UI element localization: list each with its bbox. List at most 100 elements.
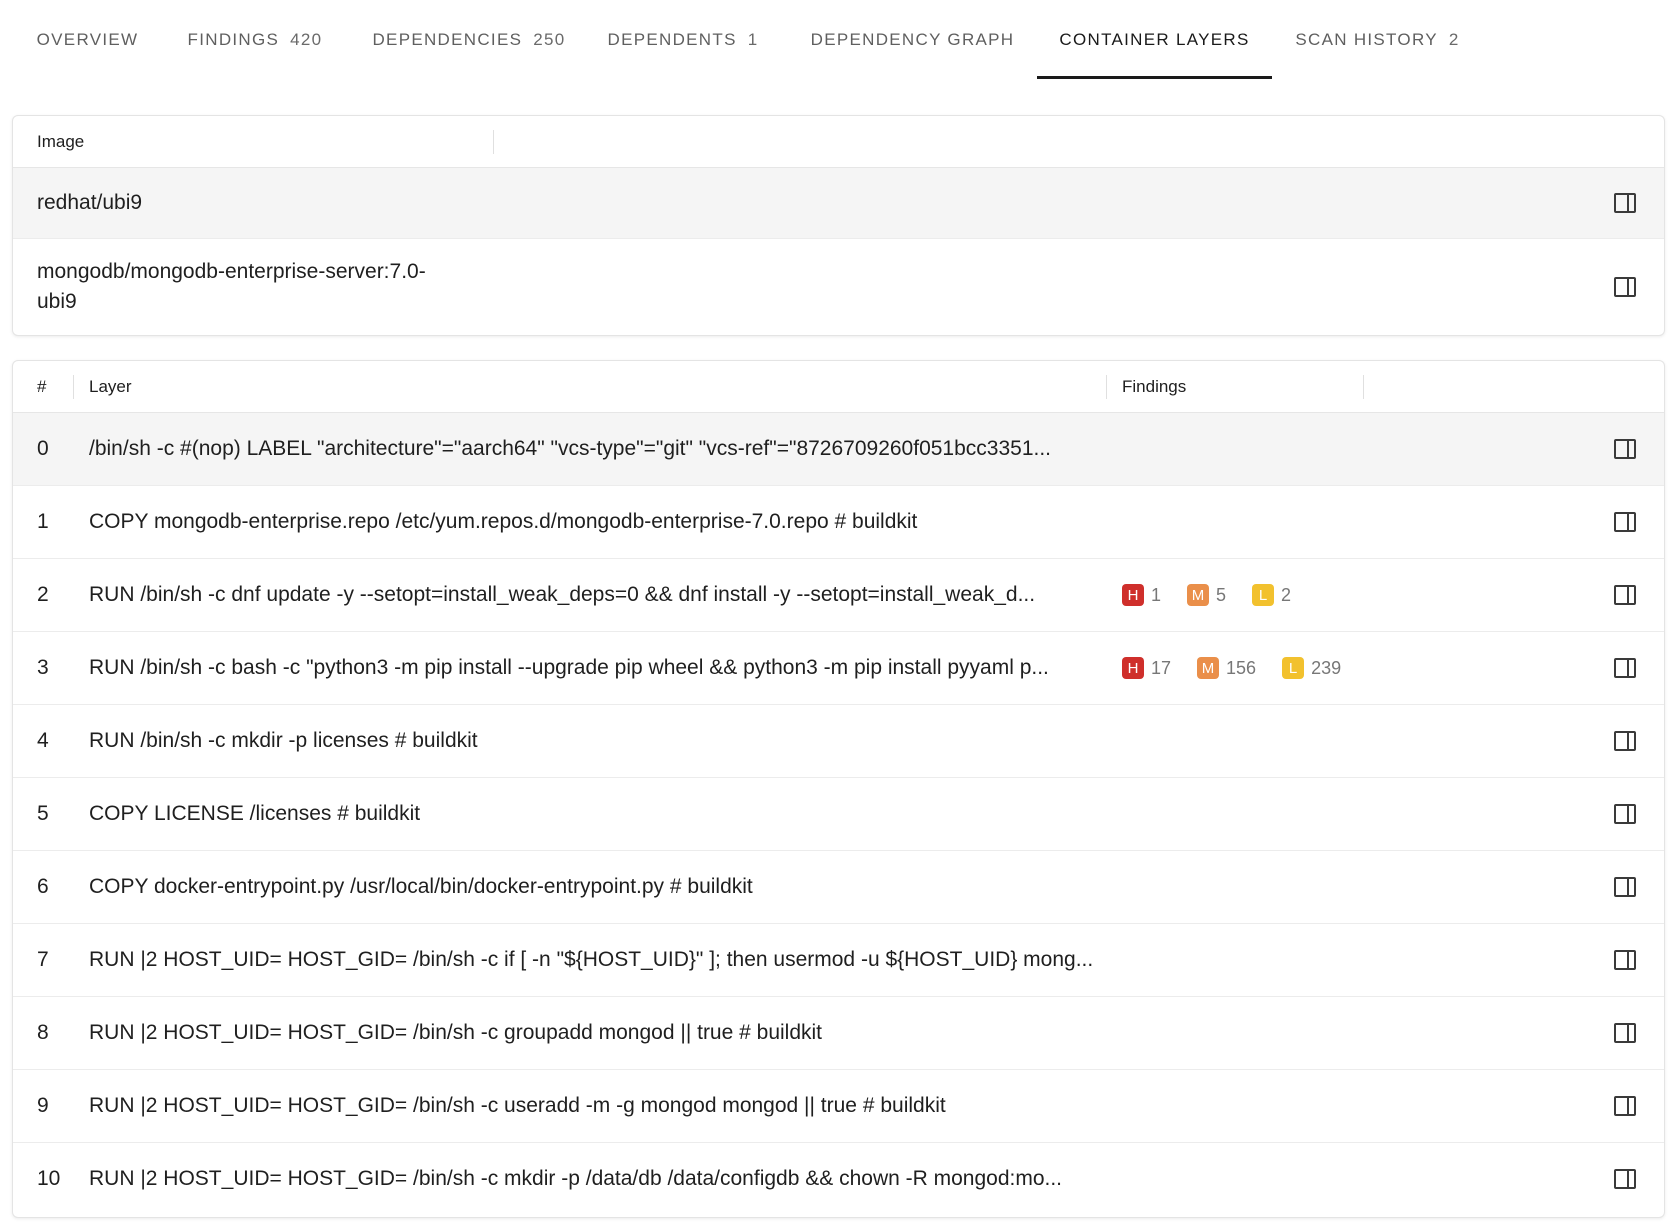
column-divider[interactable] (73, 375, 74, 399)
panel-right-icon[interactable] (1614, 277, 1636, 297)
layer-findings: H1 M5 L2 (1122, 559, 1362, 631)
layer-index: 7 (37, 948, 49, 971)
severity-number: 1 (1151, 584, 1162, 605)
layer-findings (1122, 705, 1362, 777)
layer-findings (1122, 851, 1362, 923)
severity-count[interactable]: L2 (1252, 584, 1303, 606)
severity-badge: M (1197, 657, 1220, 679)
panel-right-icon[interactable] (1614, 585, 1636, 605)
tab-overview[interactable]: OVERVIEW (24, 0, 151, 79)
panel-right-icon[interactable] (1614, 877, 1636, 897)
panel-right-icon[interactable] (1614, 1096, 1636, 1116)
severity-count[interactable]: M 156 (1197, 657, 1268, 679)
panel-right-icon[interactable] (1614, 804, 1636, 824)
layer-index: 8 (37, 1021, 49, 1044)
layer-index: 5 (37, 802, 49, 825)
panel-right-icon[interactable] (1614, 512, 1636, 532)
severity-badge: L (1252, 584, 1275, 606)
column-divider[interactable] (1106, 375, 1107, 399)
column-divider[interactable] (1363, 375, 1364, 399)
panel-right-icon[interactable] (1614, 439, 1636, 459)
layer-row[interactable]: 0/bin/sh -c #(nop) LABEL "architecture"=… (13, 413, 1664, 486)
image-row[interactable]: mongodb/mongodb-enterprise-server:7.0-ub… (13, 239, 1664, 335)
tab-findings[interactable]: FINDINGS 420 (174, 0, 336, 79)
layer-index: 6 (37, 875, 49, 898)
severity-number: 239 (1311, 657, 1342, 678)
layer-findings (1122, 1070, 1362, 1142)
panel-right-icon[interactable] (1614, 1023, 1636, 1043)
layer-index: 3 (37, 656, 49, 679)
column-header-image[interactable]: Image (37, 116, 84, 167)
panel-right-icon[interactable] (1614, 731, 1636, 751)
severity-count[interactable]: H 17 (1122, 657, 1183, 679)
layer-command: RUN |2 HOST_UID= HOST_GID= /bin/sh -c mk… (89, 1167, 1063, 1190)
layer-row[interactable]: 2 RUN /bin/sh -c dnf update -y --setopt=i… (13, 559, 1664, 632)
tab-container-layers[interactable]: CONTAINER LAYERS (1037, 0, 1272, 79)
panel-right-icon[interactable] (1614, 950, 1636, 970)
layer-command: COPY docker-entrypoint.py /usr/local/bin… (89, 875, 753, 898)
layer-index: 2 (37, 583, 49, 606)
severity-count[interactable]: L 239 (1282, 657, 1353, 679)
layer-index: 0 (37, 437, 49, 460)
layer-command: RUN /bin/sh -c bash -c "python3 -m pip i… (89, 656, 1049, 679)
tab-bar: OVERVIEW FINDINGS 420 DEPENDENCIES 250 DEP… (0, 0, 1680, 80)
layer-row[interactable]: 4 RUN /bin/sh -c mkdir -p licenses # buil… (13, 705, 1664, 778)
layer-command: RUN /bin/sh -c mkdir -p licenses # build… (89, 729, 478, 752)
tab-dependency-graph[interactable]: DEPENDENCY GRAPH (790, 0, 1035, 79)
tab-label: SCAN HISTORY (1295, 29, 1438, 49)
severity-badge: H (1122, 584, 1144, 606)
layer-row[interactable]: 1 COPY mongodb-enterprise.repo /etc/yum.r… (13, 486, 1664, 559)
layers-table: # Layer Findings 0/bin/sh -c #(nop) LABE… (12, 360, 1665, 1218)
layer-index: 10 (37, 1167, 61, 1190)
tab-label: OVERVIEW (36, 29, 139, 49)
panel-right-icon[interactable] (1614, 193, 1636, 213)
tab-scan-history[interactable]: SCAN HISTORY 2 (1285, 0, 1470, 79)
layer-row[interactable]: 7 RUN |2 HOST_UID= HOST_GID= /bin/sh -c i… (13, 924, 1664, 997)
layer-findings (1122, 778, 1362, 850)
tab-count: 1 (747, 29, 759, 49)
layer-command: RUN |2 HOST_UID= HOST_GID= /bin/sh -c gr… (89, 1021, 823, 1044)
layer-index: 1 (37, 510, 49, 533)
tab-label: FINDINGS (187, 29, 280, 49)
severity-number: 2 (1281, 584, 1292, 605)
column-header-index[interactable]: # (37, 361, 46, 412)
layer-findings (1122, 997, 1362, 1069)
layer-row[interactable]: 8 RUN |2 HOST_UID= HOST_GID= /bin/sh -c g… (13, 997, 1664, 1070)
layer-row[interactable]: 10 RUN |2 HOST_UID= HOST_GID= /bin/sh -c … (13, 1143, 1664, 1215)
tab-label: DEPENDENCIES (372, 29, 523, 49)
column-divider[interactable] (493, 130, 494, 154)
layer-row[interactable]: 6 COPY docker-entrypoint.py /usr/local/bi… (13, 851, 1664, 924)
layer-index: 4 (37, 729, 49, 752)
image-name: redhat/ubi9 (37, 191, 143, 214)
severity-number: 17 (1151, 657, 1172, 678)
layer-command: COPY LICENSE /licenses # buildkit (89, 802, 421, 825)
panel-right-icon[interactable] (1614, 658, 1636, 678)
layer-index: 9 (37, 1094, 49, 1117)
tab-label: DEPENDENCY GRAPH (810, 29, 1015, 49)
layer-command: COPY mongodb-enterprise.repo /etc/yum.re… (89, 510, 918, 533)
image-row[interactable]: redhat/ubi9 (13, 168, 1664, 239)
severity-number: 156 (1226, 657, 1257, 678)
panel-right-icon[interactable] (1614, 1169, 1636, 1189)
image-table-header: Image (13, 116, 1664, 168)
layer-command: RUN |2 HOST_UID= HOST_GID= /bin/sh -c us… (89, 1094, 946, 1117)
layer-command: RUN |2 HOST_UID= HOST_GID= /bin/sh -c if… (89, 948, 1094, 971)
layer-findings (1122, 486, 1362, 558)
column-header-findings[interactable]: Findings (1122, 361, 1186, 412)
tab-label: CONTAINER LAYERS (1059, 29, 1250, 49)
severity-count[interactable]: H1 (1122, 584, 1173, 606)
tab-count: 420 (290, 29, 323, 49)
tab-dependents[interactable]: DEPENDENTS 1 (602, 0, 764, 79)
tab-label: DEPENDENTS (607, 29, 737, 49)
layer-row[interactable]: 9 RUN |2 HOST_UID= HOST_GID= /bin/sh -c u… (13, 1070, 1664, 1143)
tab-count: 250 (533, 29, 566, 49)
severity-number: 5 (1216, 584, 1227, 605)
severity-badge: M (1187, 584, 1210, 606)
layer-row[interactable]: 3 RUN /bin/sh -c bash -c "python3 -m pip … (13, 632, 1664, 705)
layers-table-header: # Layer Findings (13, 361, 1664, 413)
tab-dependencies[interactable]: DEPENDENCIES 250 (360, 0, 578, 79)
layer-row[interactable]: 5 COPY LICENSE /licenses # buildkit (13, 778, 1664, 851)
layer-findings (1122, 924, 1362, 996)
severity-count[interactable]: M5 (1187, 584, 1238, 606)
column-header-layer[interactable]: Layer (89, 361, 132, 412)
